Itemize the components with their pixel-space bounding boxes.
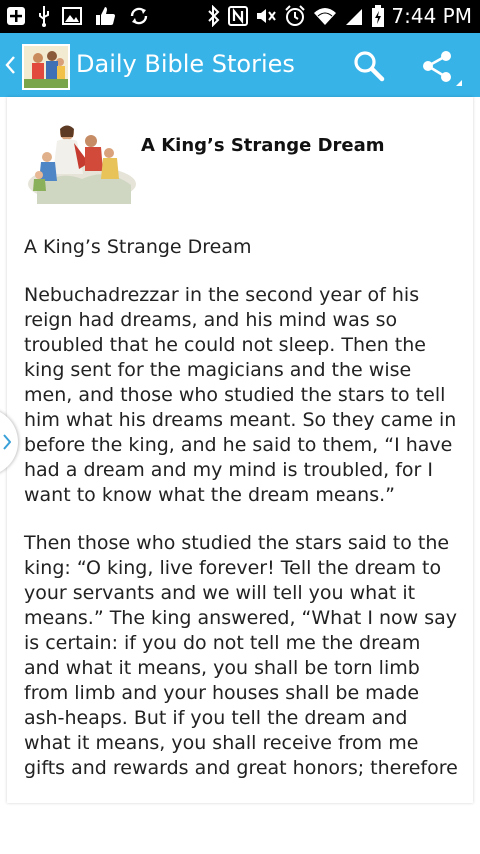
- status-right-icons: 7:44 PM: [200, 4, 472, 28]
- app-title: Daily Bible Stories: [76, 50, 295, 78]
- story-paragraph-1: Nebuchadrezzar in the second year of his…: [24, 284, 457, 506]
- sync-icon: [130, 7, 148, 25]
- signal-icon: [346, 9, 363, 25]
- status-left-icons: [6, 5, 161, 27]
- status-time: 7:44 PM: [391, 4, 472, 28]
- story-title: A King’s Strange Dream: [24, 236, 252, 258]
- bluetooth-icon: [208, 5, 220, 27]
- mute-icon: [257, 9, 277, 23]
- story-header-title: A King’s Strange Dream: [141, 135, 385, 156]
- action-bar: Daily Bible Stories: [0, 33, 480, 97]
- alarm-icon: [285, 5, 306, 26]
- share-icon[interactable]: [420, 49, 464, 89]
- wifi-icon: [314, 8, 337, 25]
- story-body: A King’s Strange Dream Nebuchadrezzar in…: [24, 235, 460, 829]
- image-icon: [62, 7, 82, 25]
- nfc-icon: [228, 6, 249, 26]
- app-logo[interactable]: [22, 44, 70, 90]
- search-icon[interactable]: [352, 49, 386, 83]
- battery-icon: [372, 5, 385, 27]
- usb-icon: [39, 6, 49, 27]
- story-paragraph-2: Then those who studied the stars said to…: [24, 532, 458, 804]
- story-content[interactable]: A King’s Strange Dream A King’s Strange …: [7, 97, 473, 804]
- content-bottom-edge: [7, 780, 473, 803]
- add-notification-icon: [7, 7, 25, 25]
- story-illustration: [28, 125, 136, 204]
- app-logo-image: [24, 46, 68, 88]
- up-navigation-icon[interactable]: [4, 55, 16, 75]
- status-bar: 7:44 PM: [0, 0, 480, 33]
- thumbs-up-icon: [96, 7, 115, 25]
- chevron-right-icon: [3, 434, 11, 450]
